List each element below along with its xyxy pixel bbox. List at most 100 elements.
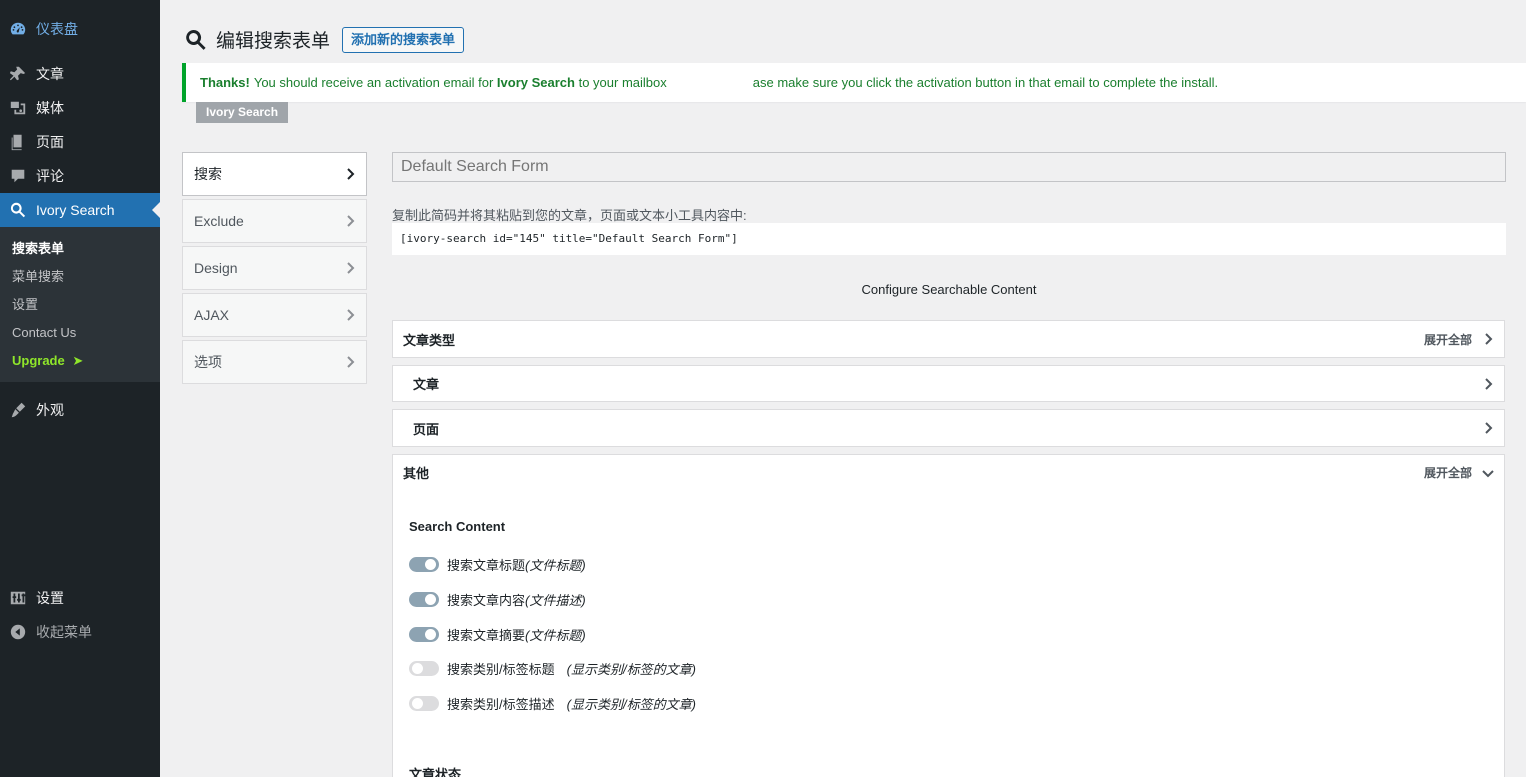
- chevron-right-icon: [344, 262, 356, 274]
- configure-title: Configure Searchable Content: [861, 282, 1037, 297]
- toggle-knob: [412, 663, 423, 674]
- settings-sliders-icon: [0, 589, 36, 607]
- toggle-switch[interactable]: [409, 557, 439, 572]
- tab-label: AJAX: [194, 307, 230, 323]
- toggle-note: (文件描述): [525, 593, 586, 608]
- plugin-tag: Ivory Search: [196, 102, 289, 123]
- menu-item-posts[interactable]: 文章: [0, 57, 160, 91]
- toggle-switch[interactable]: [409, 627, 439, 642]
- submenu-contact-us[interactable]: Contact Us: [0, 319, 160, 347]
- toggle-knob: [425, 559, 436, 570]
- tab-search[interactable]: 搜索: [182, 152, 367, 196]
- menu-item-dashboard[interactable]: 仪表盘: [0, 12, 160, 46]
- toggle-switch[interactable]: [409, 696, 439, 711]
- panel-other-body: Search Content 搜索文章标题 (文件标题) 搜索文章内容 (文件描…: [392, 490, 1505, 777]
- toggle-row: 搜索文章标题 (文件标题): [409, 555, 586, 574]
- toggle-knob: [425, 629, 436, 640]
- search-icon: [184, 28, 208, 52]
- tab-label: 搜索: [194, 166, 222, 182]
- collapse-menu-button[interactable]: 收起菜单: [0, 615, 160, 649]
- chevron-right-icon: [344, 168, 356, 180]
- menu-item-pages[interactable]: 页面: [0, 125, 160, 159]
- notice-text-1: You should receive an activation email f…: [253, 75, 494, 90]
- panel-title: 其他: [403, 466, 430, 481]
- toggle-switch[interactable]: [409, 661, 439, 676]
- notice-text-3: ase make sure you click the activation b…: [752, 75, 1219, 90]
- menu-item-appearance[interactable]: 外观: [0, 393, 160, 427]
- menu-label: Ivory Search: [36, 202, 115, 218]
- notice-plugin-name: Ivory Search: [496, 75, 575, 90]
- menu-label: 页面: [36, 134, 64, 150]
- toggle-note: (文件标题): [525, 558, 586, 573]
- menu-label: 评论: [36, 168, 64, 184]
- toggle-note: (显示类别/标签的文章): [566, 662, 696, 677]
- toggle-knob: [425, 594, 436, 605]
- chevron-right-icon: [344, 356, 356, 368]
- panel-title: 文章: [413, 377, 440, 392]
- pushpin-icon: [0, 65, 36, 83]
- settings-tabs: 搜索 Exclude Design AJAX 选项: [182, 152, 367, 387]
- shortcode-box[interactable]: [ivory-search id="145" title="Default Se…: [392, 223, 1506, 255]
- arrow-right-icon: ➤: [72, 353, 84, 368]
- admin-sidebar: 仪表盘 文章 媒体 页面 评论 Ivory Search 搜索表单 菜单搜索 设…: [0, 0, 160, 777]
- tab-label: Design: [194, 260, 238, 276]
- chevron-right-icon: [1485, 377, 1493, 390]
- toggle-label: 搜索类别/标签标题: [447, 662, 555, 677]
- panel-posts[interactable]: 文章: [392, 365, 1505, 402]
- dashboard-icon: [0, 20, 36, 38]
- panel-other[interactable]: 其他 展开全部: [392, 454, 1505, 491]
- toggle-switch[interactable]: [409, 592, 439, 607]
- notice-text-2: to your mailbox: [578, 75, 667, 90]
- tab-ajax[interactable]: AJAX: [182, 293, 367, 337]
- panel-post-types[interactable]: 文章类型 展开全部: [392, 320, 1505, 358]
- section-title: 文章状态: [409, 767, 462, 777]
- chevron-right-icon: [1485, 422, 1493, 434]
- submenu-upgrade[interactable]: Upgrade ➤: [0, 347, 160, 375]
- page-header: 编辑搜索表单 添加新的搜索表单: [184, 26, 465, 53]
- panel-title: 页面: [413, 421, 440, 437]
- menu-item-media[interactable]: 媒体: [0, 91, 160, 125]
- menu-item-comments[interactable]: 评论: [0, 159, 160, 193]
- toggle-knob: [412, 698, 423, 709]
- menu-label: 媒体: [36, 100, 64, 116]
- toggle-label: 搜索文章内容: [447, 593, 526, 608]
- panel-pages[interactable]: 页面: [392, 409, 1505, 447]
- tab-options[interactable]: 选项: [182, 340, 367, 384]
- paintbrush-icon: [0, 401, 36, 419]
- panel-title: 文章类型: [403, 332, 456, 348]
- submenu-menu-search[interactable]: 菜单搜索: [0, 263, 160, 291]
- toggle-label: 搜索文章标题: [447, 558, 526, 573]
- menu-item-ivory-search[interactable]: Ivory Search: [0, 193, 160, 227]
- ivory-search-submenu: 搜索表单 菜单搜索 设置 Contact Us Upgrade ➤: [0, 227, 160, 382]
- menu-label: 外观: [36, 402, 64, 418]
- toggle-label: 搜索类别/标签描述: [447, 697, 555, 712]
- submenu-settings[interactable]: 设置: [0, 291, 160, 319]
- chevron-down-icon: [1482, 469, 1494, 477]
- page-title: 编辑搜索表单: [216, 31, 331, 52]
- page-icon: [0, 133, 36, 151]
- tab-label: Exclude: [194, 213, 244, 229]
- tab-design[interactable]: Design: [182, 246, 367, 290]
- menu-item-settings[interactable]: 设置: [0, 581, 160, 615]
- toggle-row: 搜索类别/标签标题 (显示类别/标签的文章): [409, 659, 696, 678]
- shortcode-label: 复制此简码并将其粘贴到您的文章，页面或文本小工具内容中:: [392, 208, 747, 223]
- expand-all-toggle[interactable]: 展开全部: [1424, 331, 1494, 348]
- toggle-row: 搜索文章摘要 (文件标题): [409, 625, 586, 644]
- notice-thanks: Thanks!: [200, 75, 250, 90]
- chevron-right-icon: [1485, 333, 1493, 345]
- comment-icon: [0, 167, 36, 185]
- upgrade-label: Upgrade: [12, 353, 65, 368]
- toggle-note: (显示类别/标签的文章): [566, 697, 696, 712]
- activation-notice: Thanks! You should receive an activation…: [182, 63, 1526, 102]
- form-title-input[interactable]: [392, 152, 1506, 182]
- tab-exclude[interactable]: Exclude: [182, 199, 367, 243]
- toggle-row: 搜索类别/标签描述 (显示类别/标签的文章): [409, 694, 696, 713]
- menu-label: 设置: [36, 590, 64, 606]
- tab-label: 选项: [194, 354, 222, 370]
- expand-all-label: 展开全部: [1423, 466, 1472, 480]
- collapse-icon: [0, 623, 36, 641]
- add-new-search-form-button[interactable]: 添加新的搜索表单: [342, 26, 465, 53]
- submenu-search-forms[interactable]: 搜索表单: [0, 235, 160, 263]
- expand-all-toggle[interactable]: 展开全部: [1424, 464, 1494, 481]
- search-icon: [0, 201, 36, 219]
